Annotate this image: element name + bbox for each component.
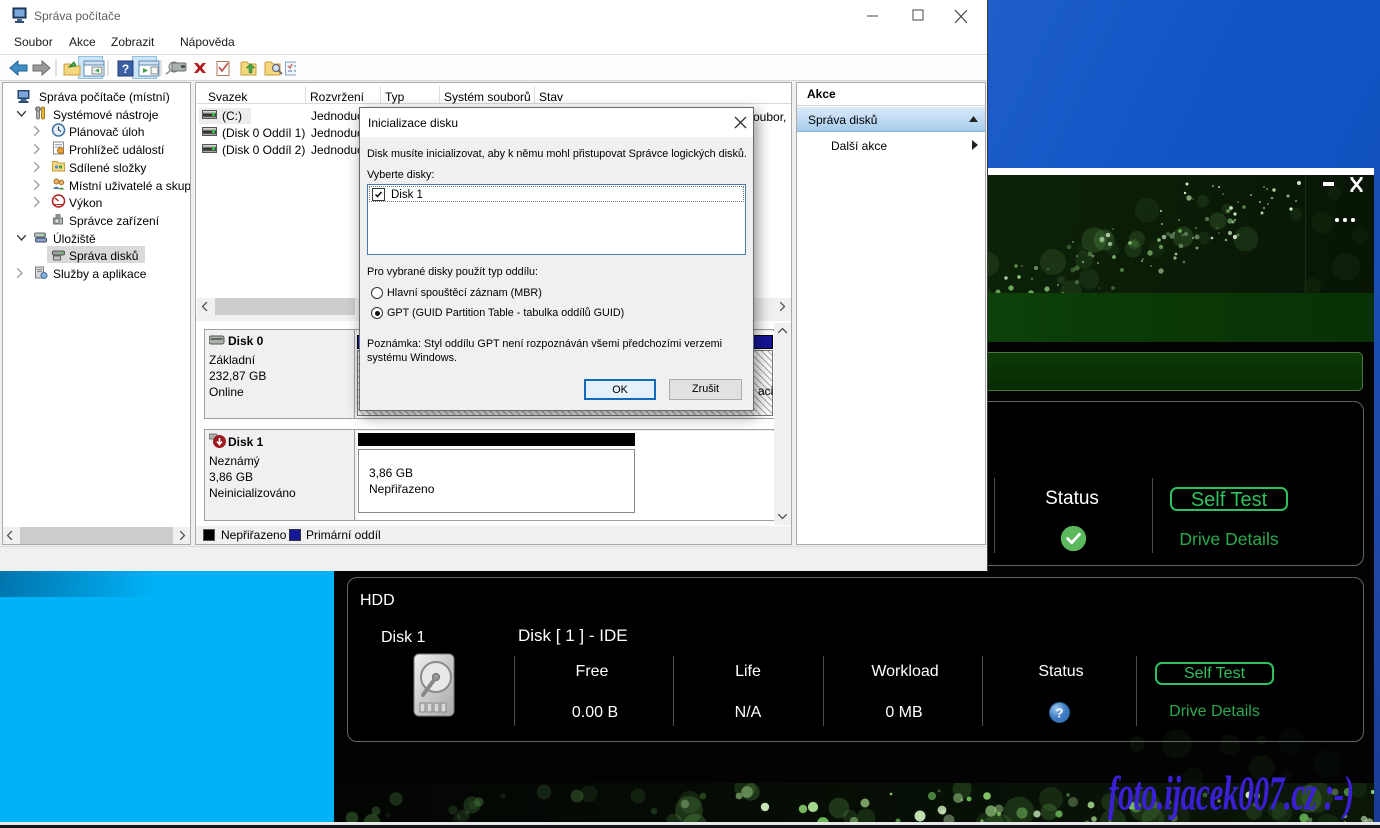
- svg-text:?: ?: [1056, 706, 1064, 721]
- svg-text:?: ?: [122, 62, 129, 76]
